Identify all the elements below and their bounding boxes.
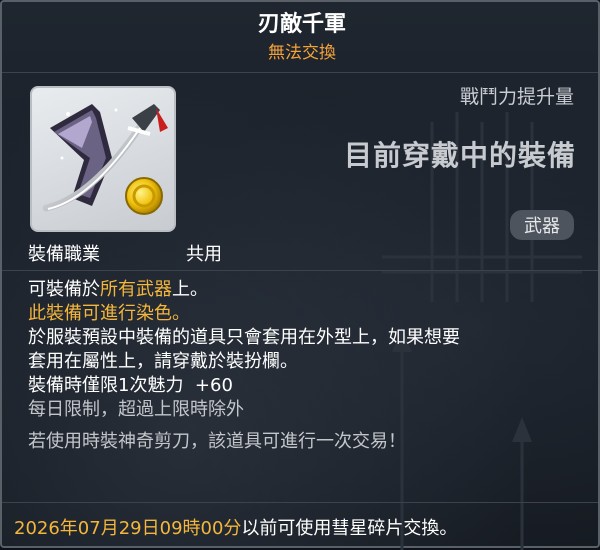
power-increase-label: 戰鬥力提升量 xyxy=(459,86,574,108)
exchange-deadline: 2026年07月29日09時00分以前可使用彗星碎片交換。 xyxy=(14,518,458,539)
preset-note-line2: 套用在屬性上，請穿戴於裝扮欄。 xyxy=(28,351,298,372)
currently-equipped-label: 目前穿戴中的裝備 xyxy=(343,139,576,172)
sword-with-coin-icon xyxy=(42,104,168,215)
equip-slot-line: 可裝備於所有武器上。 xyxy=(28,279,208,300)
divider xyxy=(2,270,598,271)
job-label: 裝備職業 xyxy=(28,244,100,265)
job-value: 共用 xyxy=(186,244,222,265)
scissors-trade-note: 若使用時裝神奇剪刀，該道具可進行一次交易！ xyxy=(28,431,406,452)
preset-note-line1: 於服裝預設中裝備的道具只會套用在外型上，如果想要 xyxy=(28,327,460,348)
item-description: 可裝備於所有武器上。 此裝備可進行染色。 於服裝預設中裝備的道具只會套用在外型上… xyxy=(28,278,588,454)
dye-note: 此裝備可進行染色。 xyxy=(28,303,190,324)
divider xyxy=(2,72,598,73)
item-tooltip: 刃敵千軍 無法交換 戰鬥力提升量 目前穿戴中的裝備 武器 裝備職業 共用 可裝備… xyxy=(0,0,600,550)
category-badge: 武器 xyxy=(510,210,574,240)
item-icon-frame xyxy=(30,86,176,232)
daily-limit-note: 每日限制，超過上限時除外 xyxy=(28,399,244,420)
trade-status: 無法交換 xyxy=(268,43,336,63)
divider xyxy=(2,502,598,503)
item-name: 刃敵千軍 xyxy=(257,12,346,37)
charm-bonus-line: 裝備時僅限1次魅力 +60 xyxy=(28,375,233,396)
